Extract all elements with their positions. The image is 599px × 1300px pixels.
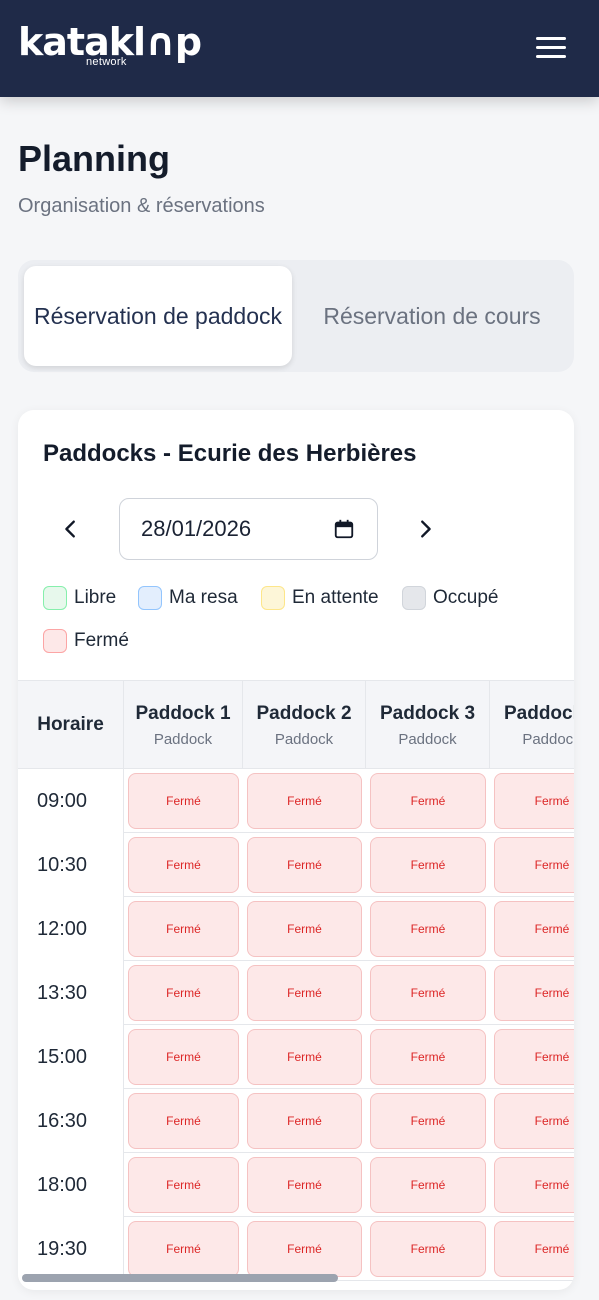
paddock-type: Paddock: [398, 730, 457, 748]
date-picker-input[interactable]: 28/01/2026: [119, 498, 378, 560]
slot-closed-cell[interactable]: Fermé: [247, 1093, 362, 1149]
legend-item: Ma resa: [138, 586, 238, 610]
slot-closed-cell[interactable]: Fermé: [494, 773, 574, 829]
slot-closed-cell[interactable]: Fermé: [247, 965, 362, 1021]
time-slot-row: 13:30 Fermé Fermé Fermé Fermé: [18, 961, 574, 1025]
previous-day-button[interactable]: [56, 514, 86, 544]
legend-item: Libre: [43, 586, 116, 610]
slot-closed-cell[interactable]: Fermé: [494, 1029, 574, 1085]
paddock-column-header: Paddock 4 Paddock: [490, 681, 574, 769]
slot-closed-cell[interactable]: Fermé: [128, 837, 239, 893]
slot-time: 13:30: [18, 961, 124, 1025]
paddock-name: Paddock 3: [379, 702, 476, 724]
time-column-header: Horaire: [18, 681, 124, 769]
date-value: 28/01/2026: [141, 516, 252, 541]
hamburger-menu-icon[interactable]: [536, 35, 566, 61]
slot-time: 18:00: [18, 1153, 124, 1217]
chevron-right-icon: [421, 520, 431, 538]
slot-time: 19:30: [18, 1217, 124, 1281]
slot-closed-cell[interactable]: Fermé: [128, 1221, 239, 1277]
next-day-button[interactable]: [410, 514, 440, 544]
slot-time: 16:30: [18, 1089, 124, 1153]
paddock-name: Paddock 4: [503, 702, 574, 724]
slot-closed-cell[interactable]: Fermé: [247, 1029, 362, 1085]
legend-label: Ma resa: [169, 587, 238, 608]
slot-closed-cell[interactable]: Fermé: [494, 1093, 574, 1149]
paddock-name: Paddock 2: [256, 702, 352, 724]
time-slot-row: 15:00 Fermé Fermé Fermé Fermé: [18, 1025, 574, 1089]
slot-time: 12:00: [18, 897, 124, 961]
slot-time: 15:00: [18, 1025, 124, 1089]
time-slot-row: 12:00 Fermé Fermé Fermé Fermé: [18, 897, 574, 961]
slot-closed-cell[interactable]: Fermé: [370, 1221, 486, 1277]
legend-label: Occupé: [433, 587, 499, 608]
legend-item: En attente: [261, 586, 379, 610]
slot-time: 10:30: [18, 833, 124, 897]
slot-closed-cell[interactable]: Fermé: [128, 901, 239, 957]
legend-label: En attente: [292, 587, 379, 608]
slot-closed-cell[interactable]: Fermé: [247, 1157, 362, 1213]
time-slot-row: 10:30 Fermé Fermé Fermé Fermé: [18, 833, 574, 897]
slot-closed-cell[interactable]: Fermé: [370, 773, 486, 829]
slot-closed-cell[interactable]: Fermé: [247, 773, 362, 829]
calendar-icon[interactable]: [333, 518, 355, 540]
legend-item: Occupé: [402, 586, 498, 610]
legend-label: Fermé: [74, 630, 129, 651]
legend-swatch: [43, 629, 67, 653]
slot-closed-cell[interactable]: Fermé: [370, 1093, 486, 1149]
tab-course-reservation[interactable]: Réservation de cours: [298, 266, 566, 366]
slot-closed-cell[interactable]: Fermé: [370, 837, 486, 893]
slot-closed-cell[interactable]: Fermé: [370, 965, 486, 1021]
page-subtitle: Organisation & réservations: [18, 195, 265, 217]
paddock-type: Paddock: [153, 730, 213, 748]
time-slot-row: 09:00 Fermé Fermé Fermé Fermé: [18, 769, 574, 833]
paddock-column-header: Paddock 2 Paddock: [243, 681, 366, 769]
time-slot-row: 19:30 Fermé Fermé Fermé Fermé: [18, 1217, 574, 1281]
slot-time: 09:00: [18, 769, 124, 833]
legend-item: Fermé: [43, 629, 129, 653]
slot-closed-cell[interactable]: Fermé: [128, 1029, 239, 1085]
slot-closed-cell[interactable]: Fermé: [494, 965, 574, 1021]
paddock-column-header: Paddock 1 Paddock: [124, 681, 243, 769]
slot-closed-cell[interactable]: Fermé: [494, 1157, 574, 1213]
logo-subtitle: network: [86, 56, 127, 68]
tab-switcher: Réservation de paddock Réservation de co…: [18, 260, 574, 372]
brand-logo[interactable]: katakl∩p network: [18, 22, 202, 68]
paddock-type: Paddock: [274, 730, 334, 748]
card-title: Paddocks - Ecurie des Herbières: [43, 440, 417, 467]
paddock-schedule-grid: Horaire Paddock 1 Paddock Paddock 2 Paddock…: [18, 680, 574, 1282]
page-title: Planning: [18, 138, 170, 179]
slot-closed-cell[interactable]: Fermé: [128, 1157, 239, 1213]
grid-header-row: Horaire Paddock 1 Paddock Paddock 2 Paddock…: [18, 681, 574, 769]
slot-closed-cell[interactable]: Fermé: [128, 773, 239, 829]
slot-closed-cell[interactable]: Fermé: [247, 1221, 362, 1277]
top-navbar: katakl∩p network: [0, 0, 599, 97]
tab-paddock-reservation[interactable]: Réservation de paddock: [24, 266, 292, 366]
slot-closed-cell[interactable]: Fermé: [128, 965, 239, 1021]
slot-closed-cell[interactable]: Fermé: [247, 901, 362, 957]
legend-label: Libre: [74, 587, 117, 608]
slot-closed-cell[interactable]: Fermé: [370, 1157, 486, 1213]
paddock-type: Paddock: [522, 730, 574, 748]
slot-closed-cell[interactable]: Fermé: [494, 837, 574, 893]
slot-closed-cell[interactable]: Fermé: [494, 1221, 574, 1277]
legend-swatch: [43, 586, 67, 610]
legend-swatch: [402, 586, 426, 610]
time-slot-row: 16:30 Fermé Fermé Fermé Fermé: [18, 1089, 574, 1153]
paddock-name: Paddock 1: [135, 702, 231, 724]
chevron-left-icon: [65, 520, 75, 538]
slot-closed-cell[interactable]: Fermé: [128, 1093, 239, 1149]
slot-closed-cell[interactable]: Fermé: [247, 837, 362, 893]
legend-swatch: [261, 586, 285, 610]
time-slot-row: 18:00 Fermé Fermé Fermé Fermé: [18, 1153, 574, 1217]
horizontal-scrollbar[interactable]: [22, 1274, 338, 1282]
planning-card: Paddocks - Ecurie des Herbières 28/01/20…: [18, 410, 574, 1290]
slot-closed-cell[interactable]: Fermé: [370, 1029, 486, 1085]
paddock-column-header: Paddock 3 Paddock: [366, 681, 490, 769]
legend-swatch: [138, 586, 162, 610]
slot-closed-cell[interactable]: Fermé: [494, 901, 574, 957]
slot-closed-cell[interactable]: Fermé: [370, 901, 486, 957]
